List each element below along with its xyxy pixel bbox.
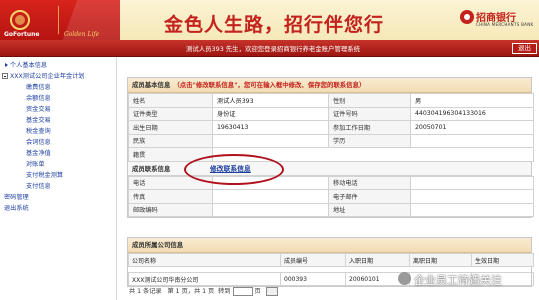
column-header: 成员编号 xyxy=(280,253,346,267)
main-content: 成员基本信息 （点击"修改联系信息"，您可在输入框中修改、保存您的联系信息） 姓名… xyxy=(119,57,539,300)
field-label: 电子邮件 xyxy=(328,189,411,204)
table-row: 传真 电子邮件 xyxy=(128,189,534,204)
logout-button[interactable]: 退出 xyxy=(512,43,537,54)
field-label: 传真 xyxy=(128,189,213,204)
nav-item-fund-trade[interactable]: 基金交易 xyxy=(26,115,51,124)
member-info-panel: 成员基本信息 （点击"修改联系信息"，您可在输入框中修改、保存您的联系信息） 姓名… xyxy=(127,77,534,218)
table-cell: 000393 xyxy=(280,272,346,286)
field-label: 证件类型 xyxy=(128,106,213,121)
wechat-icon xyxy=(398,272,411,285)
company-info-header: 成员所属公司信息 xyxy=(128,238,531,253)
sidebar-nav: 个人基本信息 XXX测试公司企业年金计划 缴费信息 余额信息 资金交易 基金交易… xyxy=(0,57,117,300)
logo-emblem-icon xyxy=(10,10,30,30)
edit-contact-link[interactable]: 修改联系信息 xyxy=(210,162,251,176)
nav-item-contribution[interactable]: 缴费信息 xyxy=(26,82,51,91)
field-value xyxy=(212,133,329,148)
field-label: 姓名 xyxy=(128,93,213,108)
table-row: 证件类型 身份证 证件号码 440304196304133016 xyxy=(128,106,534,121)
table-row: 邮政编码 地址 xyxy=(128,202,534,217)
field-label: 参加工作日期 xyxy=(328,120,411,135)
fax-field xyxy=(212,189,329,204)
table-row: 籍贯 xyxy=(128,147,534,162)
edit-hint: （点击"修改联系信息"，您可在输入框中修改、保存您的联系信息） xyxy=(173,81,366,89)
postcode-field xyxy=(212,202,329,217)
table-cell: XXX测试公司华南分公司 xyxy=(128,272,281,286)
table-row: 电话 移动电话 xyxy=(128,175,534,190)
table-row: 民族 学历 xyxy=(128,133,534,148)
field-value xyxy=(410,133,534,148)
column-header: 公司名称 xyxy=(128,253,281,267)
banner-slogan: 金色人生路，招行伴您行 xyxy=(164,14,385,36)
nav-item-personal-info[interactable]: 个人基本信息 xyxy=(5,60,47,69)
basic-info-header: 成员基本信息 （点击"修改联系信息"，您可在输入框中修改、保存您的联系信息） xyxy=(128,78,531,93)
field-label: 民族 xyxy=(128,133,213,148)
contact-info-table: 电话 移动电话 传真 电子邮件 邮政编码 地址 xyxy=(128,175,534,218)
mobile-field xyxy=(410,175,534,190)
field-value: 测试人员393 xyxy=(212,93,329,108)
contact-info-title: 成员联系信息 xyxy=(132,164,171,173)
brand-sub: Golden Life xyxy=(64,31,100,38)
cmb-logo-icon xyxy=(460,10,474,24)
column-header: 入职日期 xyxy=(345,253,410,267)
page-unit: 页 xyxy=(254,288,261,295)
nav-item-tax-calc[interactable]: 支付税金测算 xyxy=(26,170,63,179)
address-field xyxy=(410,202,534,217)
welcome-text: 测试人员393 先生，欢迎您登录招商银行养老金账户管理系统 xyxy=(186,45,360,53)
gofortune-logo: GoFortune Golden Life xyxy=(0,0,120,40)
top-banner: GoFortune Golden Life 金色人生路，招行伴您行 招商银行 C… xyxy=(0,0,539,40)
nav-item-statement[interactable]: 对账单 xyxy=(26,159,45,168)
field-label: 地址 xyxy=(328,202,411,217)
field-label: 移动电话 xyxy=(328,175,411,190)
nav-item-payment[interactable]: 支付信息 xyxy=(26,181,51,190)
goto-label: 转到 xyxy=(218,288,231,295)
nav-item-annuity-plan[interactable]: XXX测试公司企业年金计划 xyxy=(2,71,85,80)
logo-divider xyxy=(58,6,59,34)
page-number-input[interactable] xyxy=(232,286,253,296)
field-label: 邮政编码 xyxy=(128,202,213,217)
field-label: 出生日期 xyxy=(128,120,213,135)
go-button[interactable] xyxy=(265,286,278,296)
table-row: 出生日期 19630413 参加工作日期 20050701 xyxy=(128,120,534,135)
nav-item-fund-transaction[interactable]: 资金交易 xyxy=(26,104,51,113)
table-row: 姓名 测试人员393 性别 男 xyxy=(128,93,534,108)
watermark-text: 企业员工待遇关注 xyxy=(414,274,502,287)
nav-item-exit[interactable]: 退出系统 xyxy=(4,203,29,212)
record-count: 共 1 条记录 xyxy=(129,288,162,295)
nav-item-balance[interactable]: 余额信息 xyxy=(26,93,51,102)
table-header-row: 公司名称 成员编号 入职日期 离职日期 生效日期 xyxy=(128,253,534,267)
field-label: 性别 xyxy=(328,93,411,108)
column-header: 离职日期 xyxy=(409,253,472,267)
bank-name-en: CHINA MERCHANTS BANK xyxy=(476,22,534,27)
basic-info-table: 姓名 测试人员393 性别 男 证件类型 身份证 证件号码 4403041963… xyxy=(128,93,534,162)
nav-item-password[interactable]: 密码管理 xyxy=(4,192,29,201)
welcome-bar: 测试人员393 先生，欢迎您登录招商银行养老金账户管理系统 退出 xyxy=(0,40,539,57)
email-field xyxy=(410,189,534,204)
contact-info-header: 成员联系信息 修改联系信息 xyxy=(128,153,531,185)
nav-item-tax-query[interactable]: 税金查询 xyxy=(26,126,51,135)
arrow-right-icon xyxy=(5,63,8,67)
page-info: 第 1 页，共 1 页 xyxy=(167,288,215,295)
field-value: 身份证 xyxy=(212,106,329,121)
field-value: 19630413 xyxy=(212,120,329,135)
column-header: 生效日期 xyxy=(471,253,534,267)
nav-item-accounting[interactable]: 会词信息 xyxy=(26,137,51,146)
field-label: 证件号码 xyxy=(328,106,411,121)
company-info-title: 成员所属公司信息 xyxy=(132,241,184,249)
collapse-icon[interactable] xyxy=(2,73,8,79)
field-value: 男 xyxy=(410,93,534,108)
field-value: 20050701 xyxy=(410,120,534,135)
brand-en: GoFortune xyxy=(4,31,40,38)
basic-info-title: 成员基本信息 xyxy=(132,81,171,89)
nav-item-fund-nav[interactable]: 基金净值 xyxy=(26,148,51,157)
field-value: 440304196304133016 xyxy=(410,106,534,121)
field-label: 学历 xyxy=(328,133,411,148)
